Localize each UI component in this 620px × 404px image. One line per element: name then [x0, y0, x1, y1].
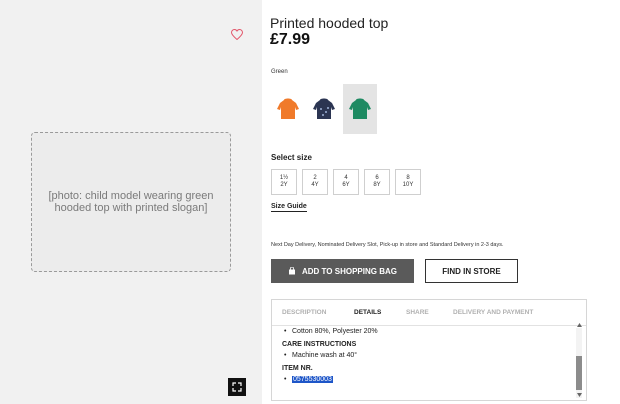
tab-delivery-payment[interactable]: DELIVERY AND PAYMENT — [453, 309, 533, 316]
caret-down-icon — [576, 393, 582, 397]
care-instructions-heading: CARE INSTRUCTIONS — [282, 341, 357, 348]
swatch-green[interactable] — [343, 84, 377, 134]
caret-up-icon — [576, 323, 582, 327]
photo-placeholder: [photo: child model wearing green hooded… — [31, 132, 231, 272]
details-content: Cotton 80%, Polyester 20% CARE INSTRUCTI… — [282, 328, 572, 388]
size-option[interactable]: 2 4Y — [302, 169, 328, 195]
size-option[interactable]: 8 10Y — [395, 169, 421, 195]
composition-text: Cotton 80%, Polyester 20% — [282, 328, 572, 335]
item-number-heading: ITEM NR. — [282, 365, 313, 372]
add-to-bag-button[interactable]: ADD TO SHOPPING BAG — [271, 259, 414, 283]
scrollbar-thumb[interactable] — [576, 356, 582, 390]
product-photo: [photo: child model wearing green hooded… — [0, 0, 262, 404]
hoodie-icon — [349, 98, 371, 119]
details-tabs: DESCRIPTION DETAILS SHARE DELIVERY AND P… — [272, 300, 586, 326]
item-number-value: 0575530003 — [292, 376, 333, 383]
product-title: Printed hooded top — [270, 15, 389, 31]
swatch-orange[interactable] — [271, 84, 305, 134]
find-in-store-button[interactable]: FIND IN STORE — [425, 259, 518, 283]
size-option[interactable]: 6 8Y — [364, 169, 390, 195]
size-option[interactable]: 1½ 2Y — [271, 169, 297, 195]
product-info: Printed hooded top £7.99 Green Select si… — [270, 0, 615, 404]
size-guide-link[interactable]: Size Guide — [271, 203, 307, 212]
tab-share[interactable]: SHARE — [406, 309, 429, 316]
tab-description[interactable]: DESCRIPTION — [282, 309, 326, 316]
size-option[interactable]: 4 6Y — [333, 169, 359, 195]
hoodie-icon — [313, 98, 335, 119]
selected-color-label: Green — [271, 69, 288, 75]
color-swatches — [271, 84, 377, 134]
item-number-row: 0575530003 — [282, 376, 572, 383]
swatch-navy[interactable] — [307, 84, 341, 134]
hoodie-icon — [277, 98, 299, 119]
size-options: 1½ 2Y 2 4Y 4 6Y 6 8Y 8 10Y — [271, 169, 421, 195]
delivery-note: Next Day Delivery, Nominated Delivery Sl… — [271, 242, 504, 248]
favourite-button[interactable] — [229, 26, 245, 42]
add-to-bag-label: ADD TO SHOPPING BAG — [302, 266, 397, 276]
tab-details[interactable]: DETAILS — [354, 309, 381, 316]
expand-icon — [232, 382, 242, 392]
care-instruction-item: Machine wash at 40° — [282, 352, 572, 359]
product-price: £7.99 — [270, 31, 311, 48]
details-panel: DESCRIPTION DETAILS SHARE DELIVERY AND P… — [271, 299, 587, 401]
shopping-bag-icon — [289, 267, 295, 275]
scroll-down-arrow[interactable] — [576, 392, 582, 398]
select-size-label: Select size — [271, 153, 312, 162]
details-scrollbar[interactable] — [576, 328, 582, 398]
fullscreen-button[interactable] — [228, 378, 246, 396]
heart-icon — [231, 28, 243, 40]
